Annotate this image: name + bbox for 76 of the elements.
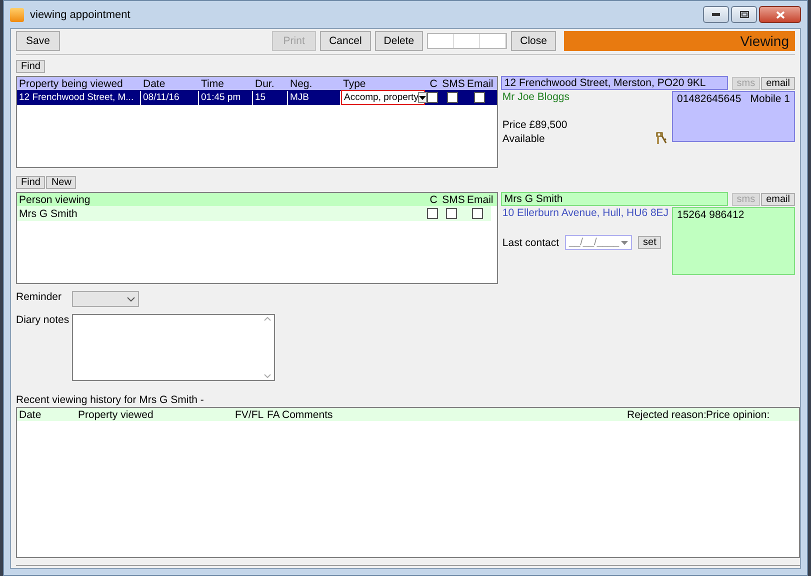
table-row[interactable]: 12 Frenchwood Street, M... 08/11/16 01:45 pm 15 MJB Accomp, property [17, 90, 498, 105]
column-header: Price opinion: [706, 408, 771, 420]
checkbox[interactable] [426, 208, 438, 219]
keys-icon [655, 131, 668, 145]
set-button[interactable]: set [638, 236, 662, 249]
column-header: Comments [281, 408, 334, 420]
date-placeholder: __/__/____ [569, 237, 620, 248]
window-title: viewing appointment [30, 8, 132, 20]
phone-number: 01482645645 [677, 93, 742, 105]
status-banner: Viewing [564, 31, 795, 51]
column-header: Email [466, 78, 493, 90]
contact-button[interactable]: email [761, 192, 795, 206]
column-header: Property being viewed [18, 78, 124, 90]
phone-label: Mobile 1 [750, 93, 790, 105]
date-field[interactable]: __/__/____ [565, 235, 632, 250]
toolbar-button[interactable]: Save [16, 31, 60, 51]
close-icon [776, 10, 784, 18]
checkbox[interactable] [472, 208, 483, 219]
restore-icon [740, 11, 748, 18]
column-header: Type [342, 78, 367, 90]
dropdown-arrow-icon [621, 240, 628, 244]
field-label: Diary notes [16, 314, 70, 328]
price-text: Price £89,500 [502, 119, 568, 131]
type-dropdown[interactable]: Accomp, property [341, 90, 425, 105]
checkbox[interactable] [447, 92, 458, 103]
column-header: Email [466, 194, 493, 206]
toolbar-button[interactable]: New [46, 176, 76, 189]
app-icon [10, 8, 24, 22]
column-header: FA [266, 408, 280, 420]
address-field: 12 Frenchwood Street, Merston, PO20 9KL [501, 76, 728, 90]
owner-name: Mr Joe Bloggs [502, 91, 571, 105]
column-header: C [428, 78, 438, 90]
table-cell: 01:45 pm [199, 90, 253, 104]
column-header: Person viewing [18, 194, 92, 206]
column-header: C [428, 194, 438, 206]
notes-field[interactable] [72, 314, 275, 381]
segmented-field[interactable] [427, 33, 508, 49]
maximize-button[interactable] [731, 6, 757, 23]
section-title: Recent viewing history for Mrs G Smith - [16, 394, 205, 407]
scroll-up-icon [264, 317, 271, 321]
toolbar-button[interactable]: Cancel [320, 31, 371, 51]
person-name-field: Mrs G Smith [501, 192, 728, 206]
checkbox[interactable] [474, 92, 484, 103]
toolbar-button[interactable]: Find [16, 176, 46, 189]
checkbox[interactable] [446, 208, 458, 219]
checkbox[interactable] [427, 92, 438, 103]
table-cell: 15 [253, 90, 288, 104]
minimize-icon [712, 13, 720, 16]
contact-button[interactable]: email [761, 76, 795, 90]
column-header: Dur. [254, 78, 276, 90]
chevron-down-icon [127, 296, 135, 302]
column-header: Date [18, 408, 42, 420]
field-label: Last contact [502, 236, 560, 248]
toolbar-button[interactable]: Close [511, 31, 556, 51]
find-button[interactable]: Find [16, 60, 46, 73]
phone-number: 15264 986412 [677, 209, 744, 221]
column-header: Property viewed [77, 408, 154, 420]
availability-text: Available [502, 133, 545, 145]
minimize-button[interactable] [703, 6, 729, 23]
column-header: Neg. [289, 78, 314, 90]
column-header: Rejected reason: [626, 408, 704, 420]
toolbar-button[interactable]: Delete [374, 31, 424, 51]
table-cell-text: Mrs G Smith [18, 206, 78, 220]
column-header: FV/FL [234, 408, 265, 420]
address-text: 10 Ellerburn Avenue, Hull, HU6 8EJ [502, 207, 670, 221]
table-cell: 08/11/16 [141, 90, 199, 104]
table-cell: 12 Frenchwood Street, M... [17, 90, 141, 104]
column-header: Time [200, 78, 225, 90]
dropdown-value: Accomp, property [344, 92, 418, 103]
field-label: Reminder [16, 291, 63, 305]
column-header: Date [142, 78, 166, 90]
scroll-down-icon [264, 374, 271, 378]
column-header: SMS [441, 78, 465, 90]
dropdown-arrow-icon [419, 96, 426, 100]
close-button[interactable] [759, 6, 801, 23]
column-header: SMS [441, 194, 465, 206]
